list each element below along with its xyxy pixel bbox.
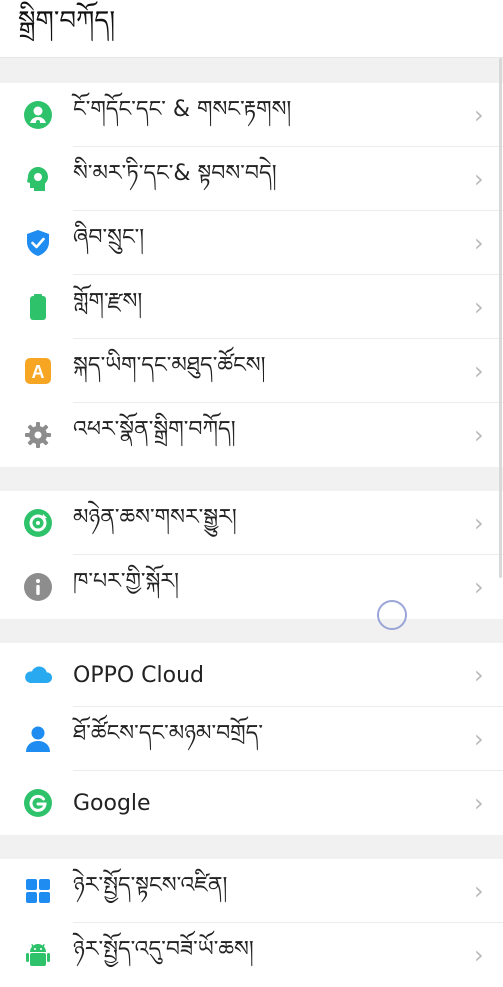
settings-item-battery[interactable]: གློག་རྫས། › xyxy=(0,275,503,339)
chevron-right-icon: › xyxy=(474,101,484,129)
settings-item-additional[interactable]: འཕར་སྣོན་སྒྲིག་བཀོད། › xyxy=(0,403,503,467)
settings-item-software-update[interactable]: མཉེན་ཆས་གསར་སྒྱུར། › xyxy=(0,491,503,555)
battery-icon xyxy=(23,292,53,322)
chevron-right-icon: › xyxy=(474,941,484,969)
settings-item-developer-options[interactable]: ཉེར་སྤྱོད་འདུ་བཟོ་ཡོ་ཆས། › xyxy=(0,923,503,987)
settings-item-label: སྐད་ཡིག་དང་མཐུད་ཚོངས། xyxy=(73,353,266,378)
gear-icon xyxy=(23,420,53,450)
section-divider xyxy=(0,619,503,643)
chevron-right-icon: › xyxy=(474,725,484,753)
settings-item-accounts-sync[interactable]: ཐོ་ཚོངས་དང་མཉམ་བགྲོད་ › xyxy=(0,707,503,771)
settings-item-label: ངོ་གདོང་དང་ & གསང་རྟགས། xyxy=(73,97,292,122)
settings-item-label: Google xyxy=(73,790,151,816)
apps-icon xyxy=(23,876,53,906)
face-icon xyxy=(23,100,53,130)
chevron-right-icon: › xyxy=(474,509,484,537)
settings-item-label: ཉེར་སྤྱོད་སྟངས་འཛིན། xyxy=(73,873,228,898)
chevron-right-icon: › xyxy=(474,877,484,905)
page-title: སྒྲིག་བཀོད། xyxy=(18,6,116,36)
settings-item-label: ཞིབ་སྲུང་། xyxy=(73,225,145,250)
settings-item-oppo-cloud[interactable]: OPPO Cloud › xyxy=(0,643,503,707)
settings-item-label: ཁ་པར་གྱི་སྐོར། xyxy=(73,569,179,594)
cloud-icon xyxy=(23,660,53,690)
shield-icon xyxy=(23,228,53,258)
page-header: སྒྲིག་བཀོད། xyxy=(0,0,503,58)
settings-item-label: འཕར་སྣོན་སྒྲིག་བཀོད། xyxy=(73,417,236,442)
settings-item-label: ཉེར་སྤྱོད་འདུ་བཟོ་ཡོ་ཆས། xyxy=(73,937,254,962)
settings-item-about-phone[interactable]: ཁ་པར་གྱི་སྐོར། › xyxy=(0,555,503,619)
account-icon xyxy=(23,724,53,754)
settings-item-label: གློག་རྫས། xyxy=(73,289,143,314)
update-icon xyxy=(23,508,53,538)
settings-item-app-management[interactable]: ཉེར་སྤྱོད་སྟངས་འཛིན། › xyxy=(0,859,503,923)
touch-indicator xyxy=(377,600,407,630)
settings-item-language-input[interactable]: A སྐད་ཡིག་དང་མཐུད་ཚོངས། › xyxy=(0,339,503,403)
settings-item-label: སི་མར་ཏི་དང་& སྟབས་བདེ། xyxy=(73,161,277,186)
settings-item-face-password[interactable]: ངོ་གདོང་དང་ & གསང་རྟགས། › xyxy=(0,83,503,147)
chevron-right-icon: › xyxy=(474,661,484,689)
android-icon xyxy=(23,940,53,970)
section-divider xyxy=(0,467,503,491)
svg-text:A: A xyxy=(32,362,45,382)
language-icon: A xyxy=(23,356,53,386)
scrollbar[interactable] xyxy=(499,58,502,578)
settings-item-smart-convenient[interactable]: སི་མར་ཏི་དང་& སྟབས་བདེ། › xyxy=(0,147,503,211)
chevron-right-icon: › xyxy=(474,293,484,321)
chevron-right-icon: › xyxy=(474,573,484,601)
info-icon xyxy=(23,572,53,602)
chevron-right-icon: › xyxy=(474,421,484,449)
settings-item-label: OPPO Cloud xyxy=(73,662,205,688)
settings-item-security[interactable]: ཞིབ་སྲུང་། › xyxy=(0,211,503,275)
chevron-right-icon: › xyxy=(474,165,484,193)
google-icon xyxy=(23,788,53,818)
settings-item-label: མཉེན་ཆས་གསར་སྒྱུར། xyxy=(73,505,237,530)
chevron-right-icon: › xyxy=(474,789,484,817)
section-divider xyxy=(0,835,503,859)
chevron-right-icon: › xyxy=(474,357,484,385)
settings-item-label: ཐོ་ཚོངས་དང་མཉམ་བགྲོད་ xyxy=(73,721,264,746)
settings-item-google[interactable]: Google › xyxy=(0,771,503,835)
chevron-right-icon: › xyxy=(474,229,484,257)
smart-icon xyxy=(23,164,53,194)
